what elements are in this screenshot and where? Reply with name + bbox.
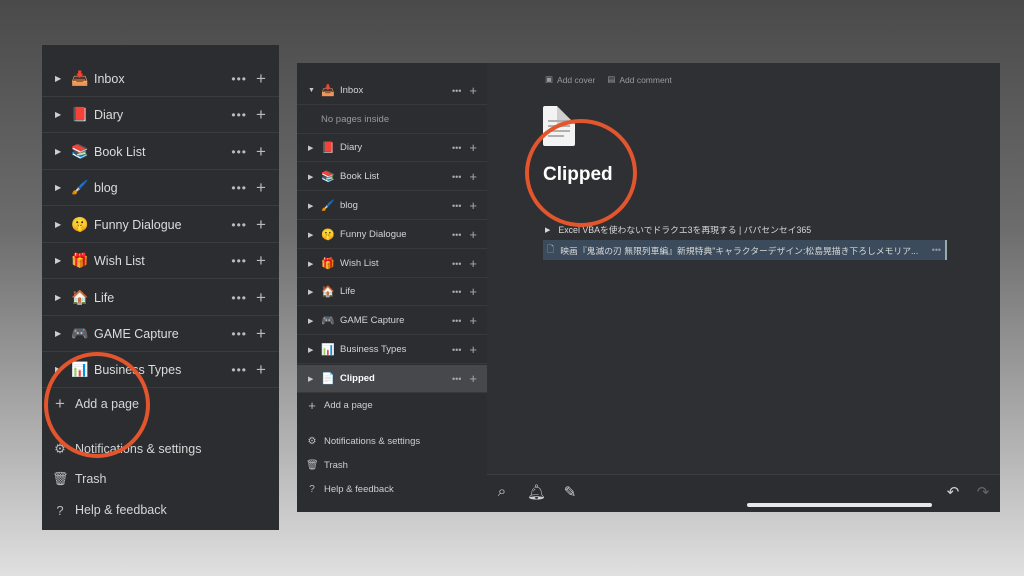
page-toolbar: ▣ Add cover ▤ Add comment xyxy=(545,74,672,85)
sidebar-item-business-types[interactable]: ▶ 📊 Business Types ••• + xyxy=(297,336,487,364)
add-cover-button[interactable]: ▣ Add cover xyxy=(545,74,595,85)
sidebar-item-life[interactable]: ▶ 🏠 Life ••• + xyxy=(297,278,487,306)
sidebar-item-label: GAME Capture xyxy=(340,315,405,326)
more-icon[interactable]: ••• xyxy=(452,201,461,211)
house-icon: 🏠 xyxy=(321,286,335,298)
gear-icon: ⚙ xyxy=(307,435,317,447)
add-cover-label: Add cover xyxy=(557,74,596,85)
no-pages-label: No pages inside xyxy=(321,114,390,125)
page-icon: 📄 xyxy=(321,373,335,385)
highlight-circle-clipped xyxy=(525,119,637,227)
expand-triangle-icon[interactable]: ▶ xyxy=(308,260,316,268)
inbox-tray-icon: 📥 xyxy=(321,85,335,97)
sidebar-item-inbox[interactable]: ▼ 📥 Inbox ••• + xyxy=(297,77,487,105)
add-icon[interactable]: + xyxy=(469,284,477,299)
more-icon[interactable]: ••• xyxy=(452,259,461,269)
add-icon[interactable]: + xyxy=(469,313,477,328)
page-icon: 🗋 xyxy=(547,244,555,254)
sidebar-item-blog[interactable]: ▶ 🖌️ blog ••• + xyxy=(297,192,487,220)
more-icon[interactable]: ••• xyxy=(452,86,461,96)
more-icon[interactable]: ••• xyxy=(452,374,461,384)
bar-chart-icon: 📊 xyxy=(321,344,335,356)
help-label: Help & feedback xyxy=(324,483,394,495)
more-icon[interactable]: ••• xyxy=(932,245,941,255)
notifications-settings-button[interactable]: ⚙ Notifications & settings xyxy=(297,430,487,452)
add-page-button[interactable]: + Add a page xyxy=(297,394,487,416)
sidebar-item-game-capture[interactable]: ▶ 🎮 GAME Capture ••• + xyxy=(297,307,487,335)
add-comment-button[interactable]: ▤ Add comment xyxy=(607,74,671,85)
sidebar-item-book-list[interactable]: ▶ 📚 Book List ••• + xyxy=(297,163,487,191)
add-icon[interactable]: + xyxy=(469,342,477,357)
expand-triangle-icon[interactable]: ▶ xyxy=(308,375,316,383)
add-icon[interactable]: + xyxy=(469,198,477,213)
expand-triangle-icon[interactable]: ▶ xyxy=(308,144,316,152)
paintbrush-icon: 🖌️ xyxy=(321,200,335,212)
notifications-label: Notifications & settings xyxy=(324,435,421,447)
expand-triangle-icon[interactable]: ▶ xyxy=(308,231,316,239)
image-icon: ▣ xyxy=(545,74,554,84)
sidebar-item-wish-list[interactable]: ▶ 🎁 Wish List ••• + xyxy=(297,250,487,278)
sidebar-item-label: Diary xyxy=(340,142,363,153)
more-icon[interactable]: ••• xyxy=(452,316,461,326)
search-icon[interactable]: ⌕ xyxy=(493,483,511,500)
help-icon: ? xyxy=(309,483,315,495)
expand-triangle-icon[interactable]: ▶ xyxy=(308,346,316,354)
sidebar-item-label: blog xyxy=(340,200,358,211)
gamepad-icon: 🎮 xyxy=(321,315,335,327)
compose-icon[interactable]: ✎ xyxy=(561,483,579,501)
sidebar-item-label: Wish List xyxy=(340,258,379,269)
sidebar-item-label: Clipped xyxy=(340,373,375,384)
app-window: ▼ 📥 Inbox ••• + No pages inside ▶ 📕 Diar… xyxy=(297,63,1000,512)
add-icon[interactable]: + xyxy=(469,371,477,386)
more-icon[interactable]: ••• xyxy=(452,230,461,240)
sidebar-item-label: Book List xyxy=(340,171,380,182)
comment-icon: ▤ xyxy=(607,74,616,84)
page-link-entry[interactable]: 🗋 映画『鬼滅の刃 無限列車編』新規特典"キャラクターデザイン:松島晃描き下ろし… xyxy=(543,240,947,260)
add-icon[interactable]: + xyxy=(469,227,477,242)
add-page-label: Add a page xyxy=(324,399,373,411)
undo-icon[interactable]: ↶ xyxy=(944,483,962,501)
add-icon[interactable]: + xyxy=(469,140,477,155)
sidebar-item-label: Business Types xyxy=(340,344,407,355)
no-pages-note: No pages inside xyxy=(297,106,487,134)
shushing-face-icon: 🤫 xyxy=(321,229,335,241)
expand-triangle-icon[interactable]: ▶ xyxy=(308,317,316,325)
redo-icon[interactable]: ↷ xyxy=(974,483,992,501)
trash-button[interactable]: 🗑 Trash xyxy=(297,454,487,476)
trash-label: Trash xyxy=(324,459,348,471)
sidebar-item-label: Life xyxy=(340,286,356,297)
add-icon[interactable]: + xyxy=(469,83,477,98)
plus-icon: + xyxy=(308,397,316,413)
sidebar-item-diary[interactable]: ▶ 📕 Diary ••• + xyxy=(297,134,487,162)
more-icon[interactable]: ••• xyxy=(452,172,461,182)
sidebar-item-label: Inbox xyxy=(340,85,364,96)
toggle-triangle-icon[interactable]: ▶ xyxy=(545,226,550,234)
more-icon[interactable]: ••• xyxy=(452,143,461,153)
add-comment-label: Add comment xyxy=(619,74,672,85)
left-sidebar-panel xyxy=(42,45,279,530)
add-icon[interactable]: + xyxy=(469,256,477,271)
highlight-circle-add-page xyxy=(44,352,150,458)
sidebar-item-label: Funny Dialogue xyxy=(340,229,407,240)
trash-icon: 🗑 xyxy=(306,459,319,471)
bell-icon[interactable]: 🔔︎ xyxy=(527,483,546,501)
entry-text: 映画『鬼滅の刃 無限列車編』新規特典"キャラクターデザイン:松島晃描き下ろしメモ… xyxy=(560,245,919,256)
help-feedback-button[interactable]: ? Help & feedback xyxy=(297,478,487,500)
sidebar-item-funny-dialogue[interactable]: ▶ 🤫 Funny Dialogue ••• + xyxy=(297,221,487,249)
more-icon[interactable]: ••• xyxy=(452,345,461,355)
add-icon[interactable]: + xyxy=(469,169,477,184)
book-icon: 📕 xyxy=(321,142,335,154)
books-icon: 📚 xyxy=(321,171,335,183)
gift-icon: 🎁 xyxy=(321,258,335,270)
expand-triangle-icon[interactable]: ▶ xyxy=(308,173,316,181)
home-indicator xyxy=(747,503,932,507)
collapse-triangle-icon[interactable]: ▼ xyxy=(308,87,316,94)
expand-triangle-icon[interactable]: ▶ xyxy=(308,288,316,296)
sidebar: ▼ 📥 Inbox ••• + No pages inside ▶ 📕 Diar… xyxy=(297,63,487,512)
sidebar-item-clipped[interactable]: ▶ 📄 Clipped ••• + xyxy=(297,365,487,393)
more-icon[interactable]: ••• xyxy=(452,287,461,297)
expand-triangle-icon[interactable]: ▶ xyxy=(308,202,316,210)
